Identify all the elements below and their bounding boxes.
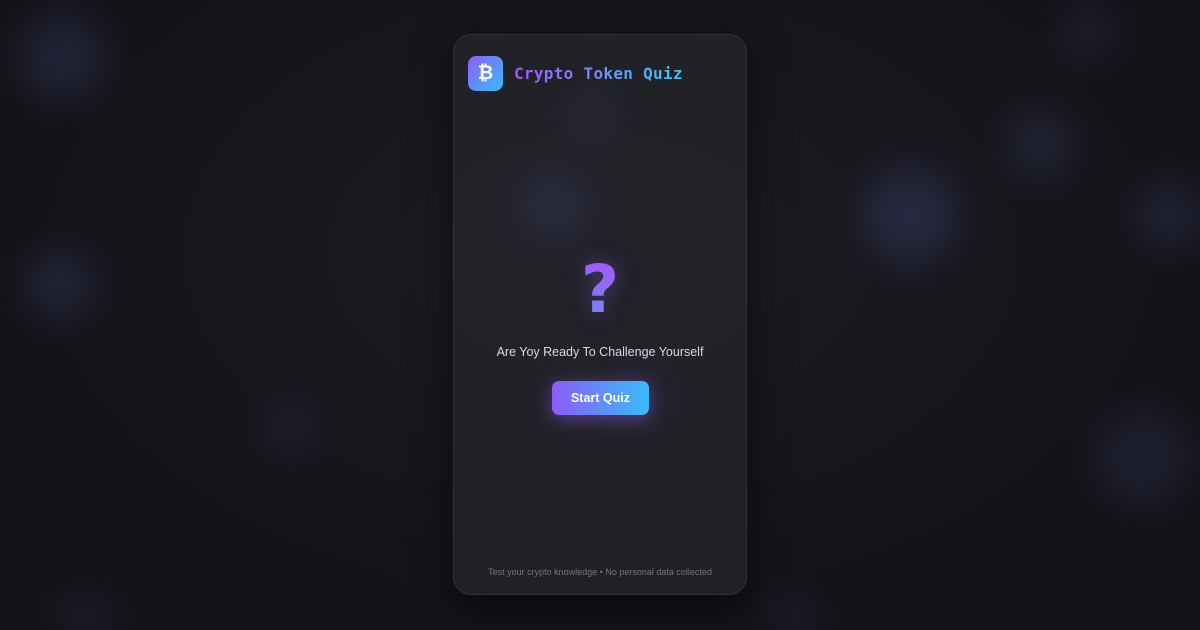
bokeh-light	[265, 400, 315, 450]
bokeh-light	[860, 165, 960, 265]
app-header: ₿ Crypto Token Quiz	[468, 56, 683, 91]
bokeh-light	[1060, 5, 1115, 60]
bokeh-light	[25, 250, 95, 320]
challenge-prompt: Are Yoy Ready To Challenge Yourself	[496, 345, 704, 359]
bokeh-light	[1095, 410, 1190, 505]
app-title: Crypto Token Quiz	[514, 64, 683, 83]
bokeh-light	[55, 595, 115, 630]
bokeh-light	[760, 595, 820, 630]
bitcoin-icon: ₿	[468, 56, 503, 91]
quiz-card: ₿ Crypto Token Quiz ? Are Yoy Ready To C…	[453, 34, 747, 595]
bokeh-light	[1005, 110, 1075, 180]
question-mark-icon: ?	[454, 257, 746, 323]
footer-note: Test your crypto knowledge • No personal…	[488, 567, 712, 577]
bokeh-light	[564, 85, 619, 140]
bokeh-light	[20, 15, 105, 100]
start-quiz-button[interactable]: Start Quiz	[552, 381, 649, 415]
bokeh-light	[519, 170, 589, 240]
bokeh-light	[1135, 180, 1200, 250]
